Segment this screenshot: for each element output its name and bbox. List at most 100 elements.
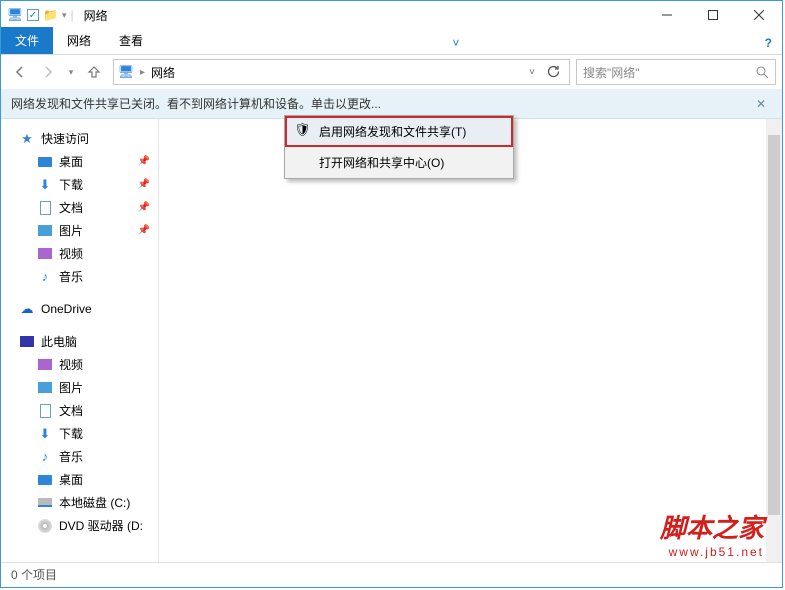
notification-text: 网络发现和文件共享已关闭。看不到网络计算机和设备。单击以更改... [11,95,381,112]
sidebar-item-label: 桌面 [59,153,83,170]
close-icon [754,10,764,20]
pin-icon: 📌 [138,179,150,190]
qat-separator: | [70,8,73,22]
document-icon [40,201,51,215]
shield-icon: 🛡 [294,122,311,138]
videos-icon [38,248,52,259]
sidebar-item-label: 桌面 [59,471,83,488]
sidebar-item-label: 下载 [59,176,83,193]
breadcrumb[interactable]: 网络 [151,64,175,81]
music-icon: ♪ [37,449,53,465]
folder-icon: 📁 [43,8,58,22]
sidebar-item-label: DVD 驱动器 (D: [59,517,143,534]
window-title: 网络 [84,7,108,24]
arrow-right-icon [40,64,56,80]
cloud-icon: ☁ [19,301,35,317]
pictures-icon [38,382,52,393]
sidebar-item-local-disk[interactable]: 本地磁盘 (C:) [1,491,158,514]
menu-item-enable-discovery[interactable]: 🛡 启用网络发现和文件共享(T) [285,116,513,147]
sidebar-item-pc-downloads[interactable]: ⬇ 下载 [1,422,158,445]
ribbon-expand-icon[interactable]: ˅ [442,32,469,54]
sidebar-item-label: 图片 [59,222,83,239]
arrow-left-icon [12,64,28,80]
sidebar-item-desktop[interactable]: 桌面 📌 [1,150,158,173]
pictures-icon [38,225,52,236]
search-input[interactable]: 搜索"网络" [576,59,776,85]
network-icon: 🖥 [118,64,134,80]
status-bar: 0 个项目 [1,562,782,586]
quick-checkbox-icon[interactable]: ✓ [27,9,39,21]
status-item-count: 0 个项目 [11,566,57,583]
maximize-icon [708,10,718,20]
sidebar-item-pc-videos[interactable]: 视频 [1,353,158,376]
navigation-row: ▾ 🖥 ▸ 网络 ˅ 搜索"网络" [1,55,782,89]
content-pane [159,119,782,562]
notification-close-icon[interactable]: ✕ [750,97,772,111]
address-bar[interactable]: 🖥 ▸ 网络 ˅ [113,59,570,85]
sidebar-item-videos[interactable]: 视频 [1,242,158,265]
sidebar-item-onedrive[interactable]: ☁ OneDrive [1,298,158,320]
sidebar-item-label: 文档 [59,402,83,419]
address-dropdown-icon[interactable]: ˅ [529,67,535,78]
arrow-up-icon [86,64,102,80]
menu-item-label: 打开网络和共享中心(O) [319,156,444,170]
refresh-icon [546,65,560,79]
up-button[interactable] [81,59,107,85]
desktop-icon [38,475,52,485]
sidebar-item-quick-access[interactable]: ★ 快速访问 [1,127,158,150]
pin-icon: 📌 [138,156,150,167]
pc-icon [20,336,34,347]
download-icon: ⬇ [37,426,53,442]
sidebar-item-label: 此电脑 [41,333,77,350]
navigation-pane: ★快速访问 桌面📌 ⬇下载📌 文档📌 图片📌 视频 ♪音乐 ☁OneDrive … [1,119,159,562]
pin-icon: 📌 [138,202,150,213]
minimize-icon [662,10,672,20]
menu-item-label: 启用网络发现和文件共享(T) [319,125,466,139]
sidebar-item-pc-music[interactable]: ♪ 音乐 [1,445,158,468]
document-icon [40,404,51,418]
sidebar-item-label: 文档 [59,199,83,216]
qat-dropdown-icon[interactable]: ▾ [62,10,67,21]
sidebar-item-this-pc[interactable]: 此电脑 [1,330,158,353]
forward-button[interactable] [35,59,61,85]
sidebar-item-label: OneDrive [41,302,92,316]
desktop-icon [38,157,52,167]
tab-view[interactable]: 查看 [105,27,157,54]
history-dropdown[interactable]: ▾ [63,59,79,85]
sidebar-item-pc-desktop[interactable]: 桌面 [1,468,158,491]
sidebar-item-label: 音乐 [59,268,83,285]
sidebar-item-label: 本地磁盘 (C:) [59,494,130,511]
context-menu: 🛡 启用网络发现和文件共享(T) 打开网络和共享中心(O) [284,115,514,179]
sidebar-item-documents[interactable]: 文档 📌 [1,196,158,219]
hdd-icon [38,498,52,507]
music-icon: ♪ [37,269,53,285]
tab-file[interactable]: 文件 [1,27,53,54]
sidebar-item-label: 下载 [59,425,83,442]
sidebar-item-label: 音乐 [59,448,83,465]
dvd-icon [38,519,52,533]
sidebar-item-pc-documents[interactable]: 文档 [1,399,158,422]
help-icon[interactable]: ? [755,32,782,54]
tab-network[interactable]: 网络 [53,27,105,54]
star-icon: ★ [19,131,35,147]
sidebar-item-music[interactable]: ♪ 音乐 [1,265,158,288]
minimize-button[interactable] [644,1,690,29]
search-placeholder: 搜索"网络" [583,64,756,81]
sidebar-item-pc-pictures[interactable]: 图片 [1,376,158,399]
title-bar: 🖥 ✓ 📁 ▾ | 网络 [1,1,782,29]
back-button[interactable] [7,59,33,85]
sidebar-item-pictures[interactable]: 图片📌 [1,219,158,242]
sidebar-item-downloads[interactable]: ⬇ 下载 📌 [1,173,158,196]
download-icon: ⬇ [37,177,53,193]
ribbon-tabs: 文件 网络 查看 ˅ ? [1,29,782,55]
breadcrumb-chevron-icon: ▸ [140,67,145,78]
app-icon: 🖥 [7,7,23,23]
sidebar-item-dvd-drive[interactable]: DVD 驱动器 (D: [1,514,158,537]
sidebar-item-label: 视频 [59,245,83,262]
close-button[interactable] [736,1,782,29]
maximize-button[interactable] [690,1,736,29]
sidebar-item-label: 快速访问 [41,130,89,147]
sidebar-item-label: 图片 [59,379,83,396]
menu-item-open-sharing-center[interactable]: 打开网络和共享中心(O) [285,147,513,178]
refresh-button[interactable] [541,60,565,84]
